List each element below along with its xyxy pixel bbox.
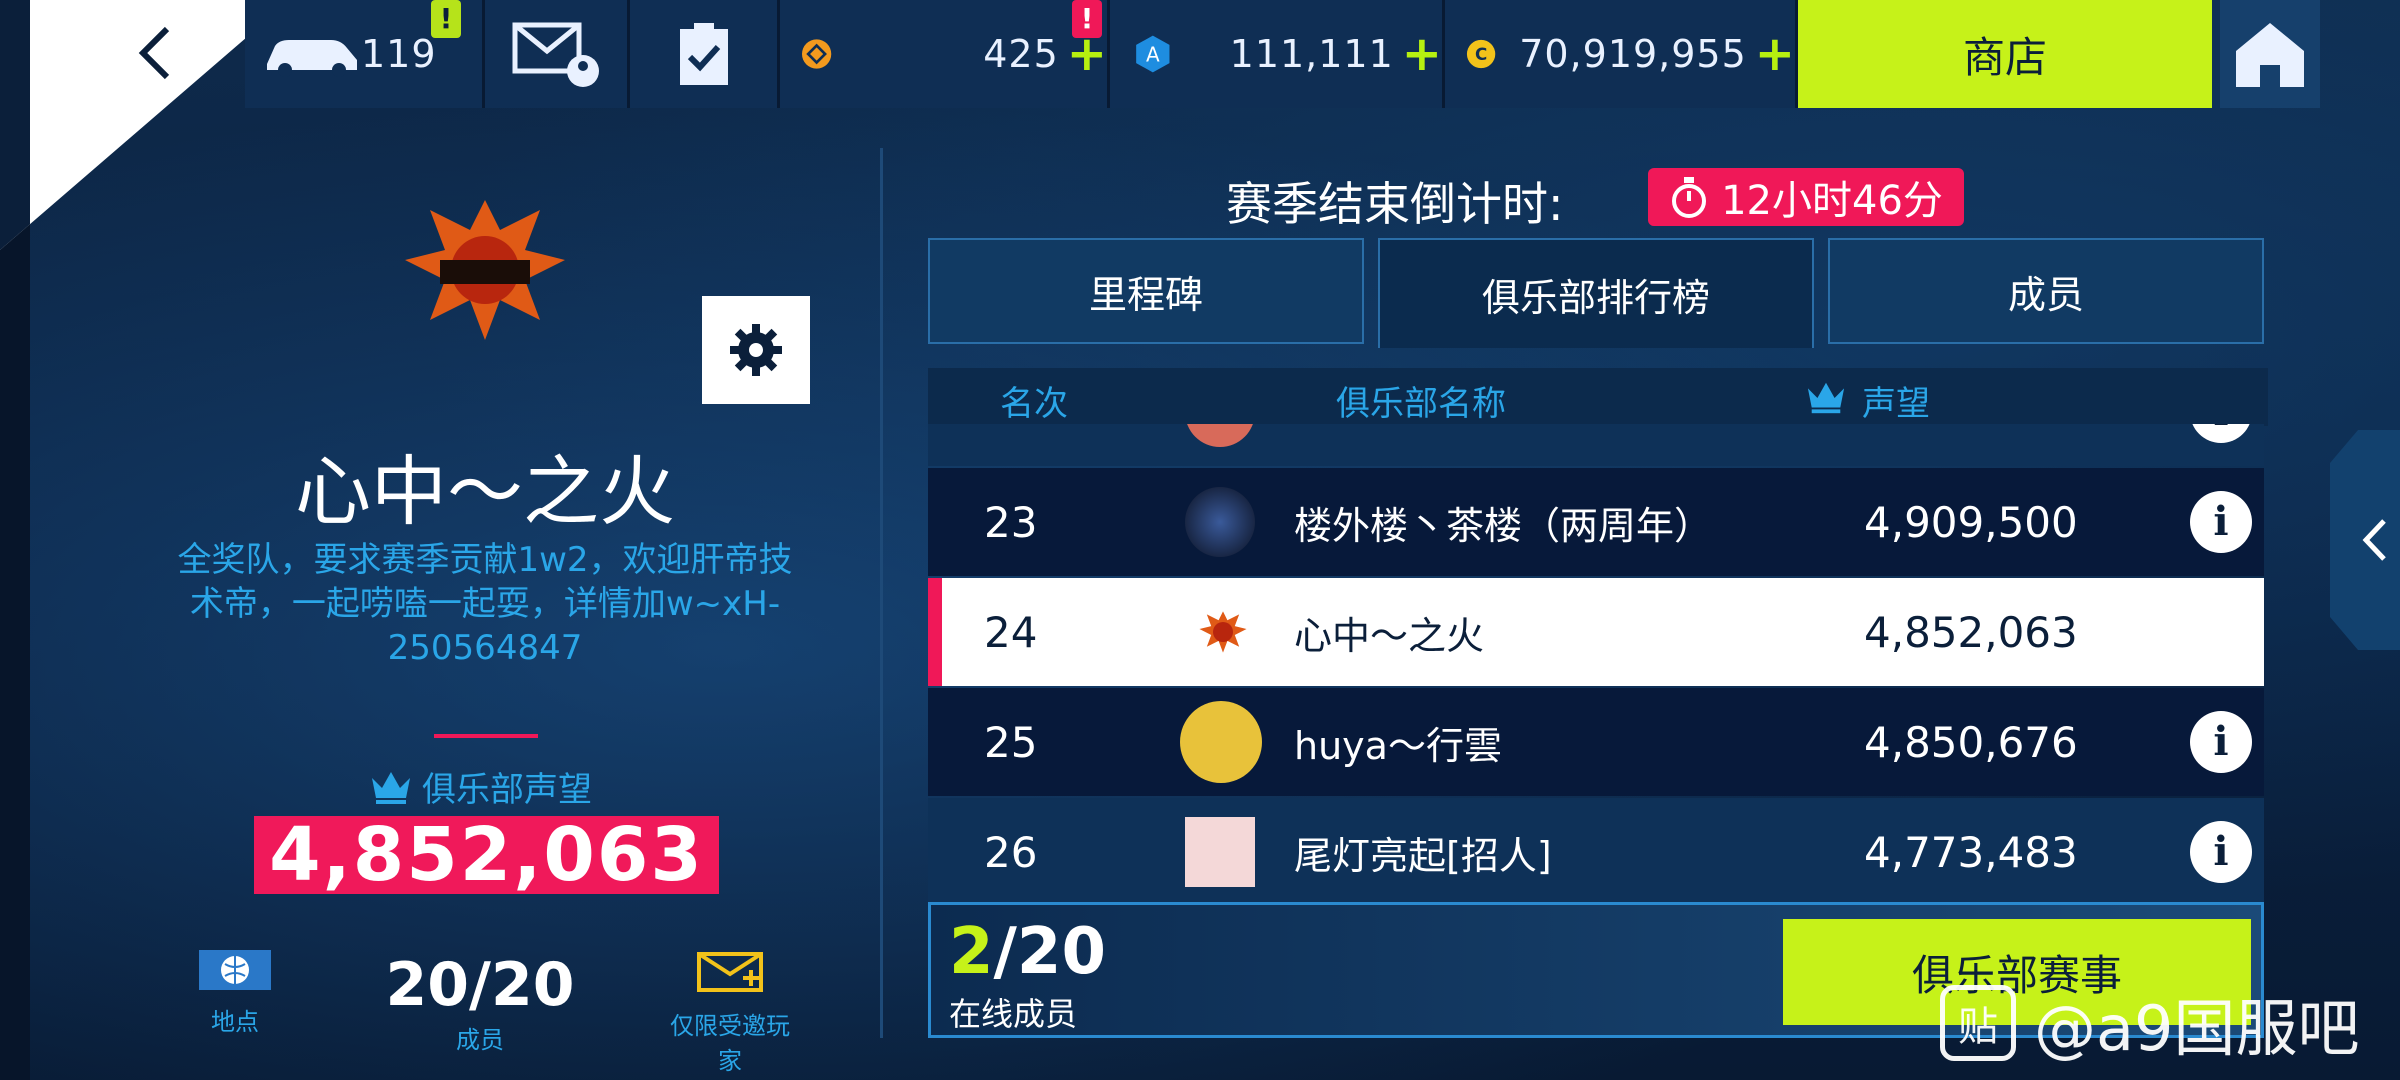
chevron-left-icon <box>2362 519 2386 561</box>
online-members-label: 在线成员 <box>949 995 1078 1033</box>
home-icon <box>2236 23 2304 87</box>
leaderboard-list[interactable]: i 23 楼外楼丶茶楼（两周年） 4,909,500 i 24 心中～之火 4,… <box>928 424 2264 902</box>
alert-badge: ! <box>431 0 461 38</box>
envelope-plus-icon <box>697 952 763 992</box>
table-row[interactable]: 26 尾灯亮起[招人] 4,773,483 i <box>928 798 2264 902</box>
table-row[interactable]: i <box>928 424 2264 466</box>
reputation-label-row: 俱乐部声望 <box>370 762 610 811</box>
online-count: 2 <box>949 915 994 989</box>
online-total: /20 <box>993 915 1106 989</box>
season-countdown-timer: 12小时46分 <box>1648 168 1964 226</box>
currency-3[interactable]: C 70,919,955 + <box>1445 0 1798 108</box>
watermark: 贴 @a9国服吧 <box>1940 978 2359 1068</box>
club-description: 全奖队，要求赛季贡献1w2，欢迎肝帝技术帝，一起唠嗑一起耍，详情加w~xH-25… <box>177 540 793 668</box>
table-row[interactable]: 23 楼外楼丶茶楼（两周年） 4,909,500 i <box>928 468 2264 576</box>
currency-1[interactable]: 425 + ! <box>780 0 1110 108</box>
row-rank: 23 <box>984 497 1038 547</box>
club-avatar <box>1185 487 1255 557</box>
location-stat[interactable]: 地点 <box>190 950 280 1037</box>
currency-2-value: 111,111 <box>1229 32 1394 76</box>
members-count: 20/20 <box>385 950 575 1020</box>
tab-members[interactable]: 成员 <box>1828 238 2264 344</box>
tab-club-leaderboard[interactable]: 俱乐部排行榜 <box>1378 238 1814 348</box>
svg-text:C: C <box>1475 44 1487 64</box>
clipboard-check-icon <box>679 23 728 85</box>
mail-icon <box>512 22 599 87</box>
divider <box>434 734 538 738</box>
info-icon[interactable]: i <box>2190 424 2252 443</box>
invite-stat[interactable]: 仅限受邀玩家 <box>660 950 800 1076</box>
col-reputation: 声望 <box>1862 384 1930 424</box>
token-icon <box>801 39 832 69</box>
row-reputation: 4,852,063 <box>1864 607 2078 657</box>
row-rank: 24 <box>984 607 1038 657</box>
members-label: 成员 <box>456 1026 504 1054</box>
phoenix-crest-icon <box>1199 611 1247 653</box>
side-panel-toggle[interactable] <box>2330 430 2400 650</box>
add-currency-3-icon[interactable]: + <box>1755 26 1795 82</box>
back-button[interactable] <box>120 18 190 88</box>
highlight-marker <box>928 578 942 686</box>
club-avatar <box>1185 817 1255 887</box>
row-club-name: huya～行雲 <box>1294 723 1502 768</box>
shop-button[interactable]: 商店 <box>1798 0 2212 108</box>
currency-3-value: 70,919,955 <box>1519 32 1747 76</box>
add-currency-2-icon[interactable]: + <box>1402 26 1442 82</box>
currency-2[interactable]: A 111,111 + <box>1110 0 1445 108</box>
info-icon[interactable]: i <box>2190 711 2252 773</box>
tieba-logo-icon: 贴 <box>1940 985 2016 1061</box>
members-stat: 20/20 成员 <box>380 950 580 1055</box>
reputation-value: 4,852,063 <box>254 816 719 894</box>
club-avatar <box>1180 701 1262 783</box>
table-row-own-club[interactable]: 24 心中～之火 4,852,063 <box>928 578 2264 686</box>
globe-icon <box>199 950 271 990</box>
row-rank: 25 <box>984 717 1038 767</box>
reputation-label: 俱乐部声望 <box>422 770 592 810</box>
watermark-text: @a9国服吧 <box>2034 992 2360 1065</box>
stopwatch-icon <box>1672 177 1707 218</box>
online-members-count: 2/20 <box>949 915 1106 989</box>
club-avatar <box>1198 607 1248 657</box>
club-avatar <box>1185 424 1255 447</box>
club-name: 心中～之火 <box>295 447 675 536</box>
countdown-value: 12小时46分 <box>1721 178 1943 224</box>
info-icon[interactable]: i <box>2190 821 2252 883</box>
table-row[interactable]: 25 huya～行雲 4,850,676 i <box>928 688 2264 796</box>
row-club-name: 心中～之火 <box>1294 613 1485 658</box>
row-reputation: 4,850,676 <box>1864 717 2078 767</box>
top-bar: 119 ! 425 + ! A 111,111 + C 70,919,955 +… <box>0 0 2400 108</box>
leaderboard-header: 名次 俱乐部名称 声望 <box>928 368 2268 426</box>
row-rank: 26 <box>984 827 1038 877</box>
blueprint-icon: A <box>1136 35 1170 73</box>
season-countdown-label: 赛季结束倒计时: <box>1226 177 1564 231</box>
row-club-name: 楼外楼丶茶楼（两周年） <box>1294 503 1713 548</box>
home-button[interactable] <box>2220 0 2320 108</box>
alert-badge: ! <box>1072 0 1102 38</box>
car-icon <box>267 40 357 77</box>
row-club-name: 尾灯亮起[招人] <box>1294 833 1552 878</box>
panel-divider <box>880 148 883 1038</box>
club-settings-button[interactable] <box>702 296 810 404</box>
garage-counter[interactable]: 119 ! <box>245 0 485 108</box>
info-icon[interactable]: i <box>2190 491 2252 553</box>
row-reputation: 4,909,500 <box>1864 497 2078 547</box>
chevron-left-icon <box>138 26 170 80</box>
mail-button[interactable] <box>485 0 630 108</box>
cars-count: 119 <box>361 32 437 76</box>
col-club-name: 俱乐部名称 <box>1336 384 1506 424</box>
credits-icon: C <box>1466 39 1496 69</box>
location-label: 地点 <box>211 1008 259 1036</box>
gear-icon <box>730 324 782 376</box>
invite-label: 仅限受邀玩家 <box>670 1012 790 1075</box>
col-rank: 名次 <box>1000 384 1068 424</box>
tab-milestones[interactable]: 里程碑 <box>928 238 1364 344</box>
tasks-button[interactable] <box>630 0 780 108</box>
row-reputation: 4,773,483 <box>1864 827 2078 877</box>
svg-text:A: A <box>1146 42 1160 66</box>
crown-icon <box>372 771 410 804</box>
crown-icon <box>1807 382 1845 414</box>
club-crest <box>400 190 570 350</box>
phoenix-crest-icon <box>405 200 565 340</box>
currency-1-value: 425 <box>983 32 1059 76</box>
